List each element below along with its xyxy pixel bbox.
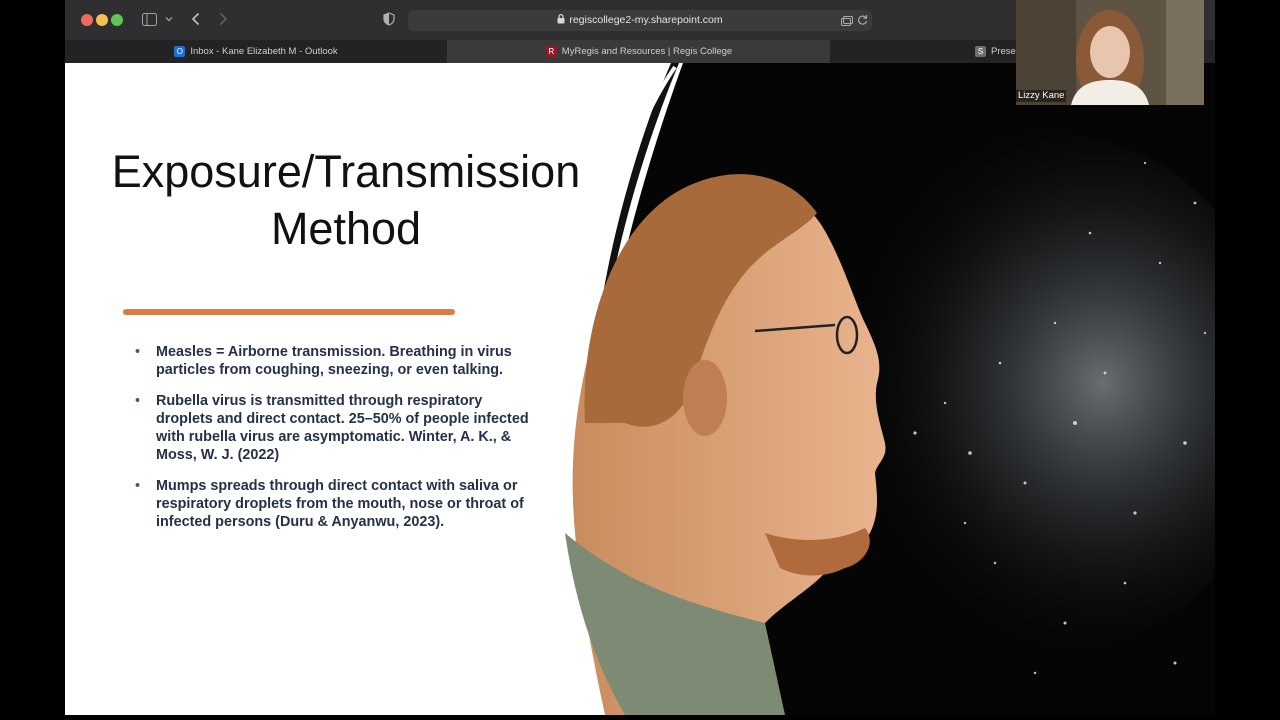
outlook-icon: O: [174, 45, 186, 57]
maximize-window-button[interactable]: [111, 14, 123, 26]
chevron-down-icon[interactable]: [165, 14, 173, 27]
slide-title: Exposure/Transmission Method: [85, 143, 607, 257]
presentation-slide: Exposure/Transmission Method Measles = A…: [65, 63, 1215, 715]
slide-title-line-2: Method: [270, 203, 422, 254]
tab-myregis[interactable]: R MyRegis and Resources | Regis College: [448, 40, 830, 63]
presenter-video-tile[interactable]: Lizzy Kane: [1016, 0, 1204, 105]
minimize-window-button[interactable]: [96, 14, 108, 26]
close-window-button[interactable]: [81, 14, 93, 26]
bullet-list: Measles = Airborne transmission. Breathi…: [135, 343, 535, 544]
address-bar-text: regiscollege2-my.sharepoint.com: [408, 10, 872, 32]
regis-icon: R: [545, 45, 557, 57]
participant-name: Lizzy Kane: [1016, 90, 1067, 102]
sidebar-toggle-icon[interactable]: [142, 13, 157, 28]
sharepoint-icon: S: [975, 45, 986, 57]
lock-icon: [557, 11, 565, 32]
address-bar[interactable]: regiscollege2-my.sharepoint.com: [408, 10, 872, 31]
title-accent-line: [123, 309, 455, 315]
bullet-mumps: Mumps spreads through direct contact wit…: [135, 477, 535, 532]
tab-label: Inbox - Kane Elizabeth M - Outlook: [190, 46, 338, 57]
tab-overview-icon[interactable]: [841, 15, 853, 28]
url-text: regiscollege2-my.sharepoint.com: [569, 14, 723, 26]
tab-outlook[interactable]: O Inbox - Kane Elizabeth M - Outlook: [65, 40, 448, 63]
tab-label: MyRegis and Resources | Regis College: [561, 46, 733, 57]
privacy-shield-icon[interactable]: [383, 12, 395, 28]
forward-icon[interactable]: [218, 12, 228, 28]
bullet-measles: Measles = Airborne transmission. Breathi…: [135, 343, 535, 380]
back-icon[interactable]: [191, 12, 201, 28]
reload-icon[interactable]: [857, 14, 868, 28]
bullet-rubella: Rubella virus is transmitted through res…: [135, 392, 535, 465]
slide-title-line-1: Exposure/Transmission: [111, 146, 581, 197]
